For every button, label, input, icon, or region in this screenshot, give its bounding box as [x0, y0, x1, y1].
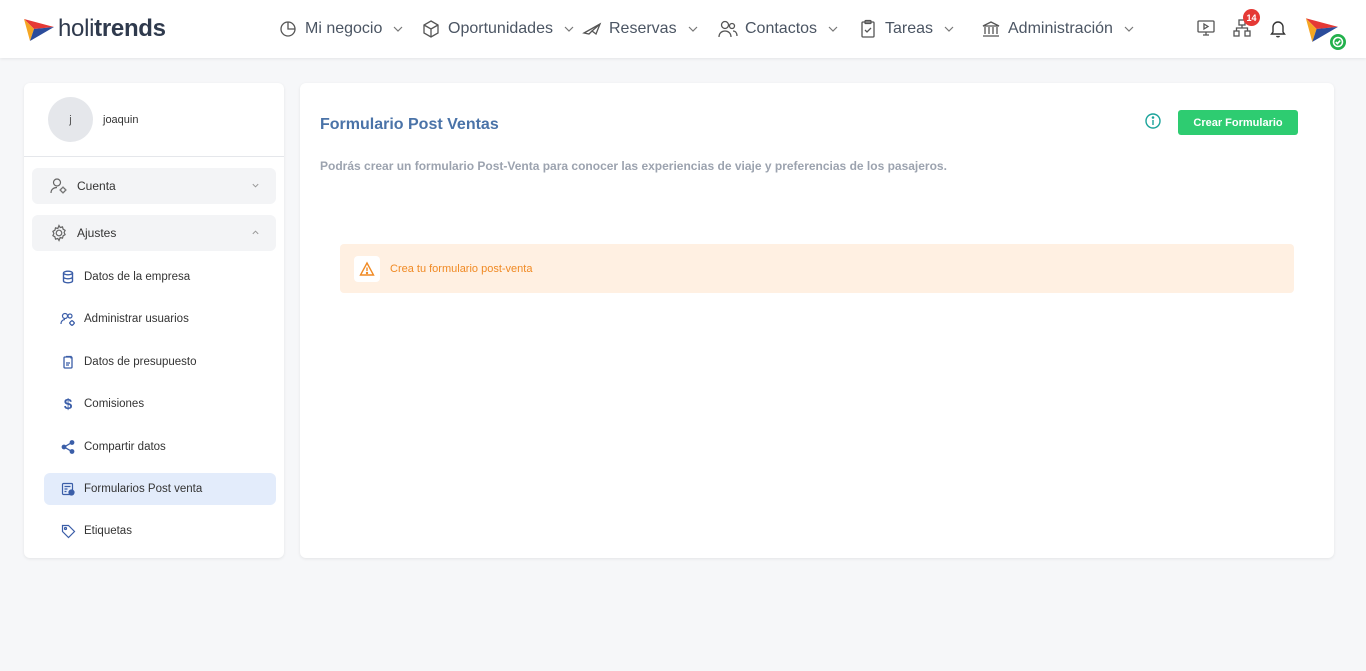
chevron-down-icon — [828, 26, 838, 32]
top-bar: holitrends Mi negocio Oportunidades Rese… — [0, 0, 1366, 58]
nav-oportunidades[interactable]: Oportunidades — [421, 0, 575, 58]
form-icon — [60, 481, 76, 497]
nav-label: Oportunidades — [448, 20, 553, 37]
warning-icon — [354, 255, 380, 282]
sidebar-item-comisiones[interactable]: $ Comisiones — [44, 388, 276, 420]
chevron-down-icon — [688, 26, 698, 32]
nav-label: Administración — [1008, 20, 1113, 37]
sidebar-item-etiquetas[interactable]: Etiquetas — [44, 515, 276, 547]
nav-label: Contactos — [745, 20, 818, 37]
chevron-down-icon — [1124, 26, 1134, 32]
sidebar-item-datos-presupuesto[interactable]: Datos de presupuesto — [44, 346, 276, 378]
sidebar-item-datos-empresa[interactable]: Datos de la empresa — [44, 261, 276, 293]
sidebar-item-label: Comisiones — [84, 398, 145, 410]
plane-icon — [582, 22, 602, 36]
cube-icon — [423, 20, 439, 38]
user-gear-icon — [50, 178, 67, 194]
user-name: joaquin — [103, 113, 139, 126]
chevron-up-icon — [252, 230, 259, 235]
clipboard-icon — [861, 19, 875, 38]
nav-contactos[interactable]: Contactos — [718, 0, 839, 58]
sidebar-item-label: Formularios Post venta — [84, 483, 203, 495]
brand-arrow-icon — [24, 19, 54, 41]
brand-name: holitrends — [58, 15, 166, 42]
bell-icon[interactable] — [1268, 18, 1288, 38]
settings-sidebar: j joaquin Cuenta Ajustes Datos de la emp… — [24, 83, 284, 558]
brand-logo[interactable]: holitrends — [24, 14, 166, 44]
share-icon — [60, 439, 76, 455]
page-title: Formulario Post Ventas — [320, 116, 499, 133]
notification-count-badge: 14 — [1243, 9, 1260, 26]
sidebar-item-label: Datos de presupuesto — [84, 356, 197, 368]
nav-label: Mi negocio — [305, 20, 383, 37]
users-icon — [718, 20, 738, 38]
sidebar-item-administrar-usuarios[interactable]: Administrar usuarios — [44, 303, 276, 335]
user-profile: j joaquin — [24, 83, 284, 157]
chevron-down-icon — [944, 26, 954, 32]
screen-play-icon[interactable] — [1196, 18, 1216, 38]
nav-mi-negocio[interactable]: Mi negocio — [278, 0, 404, 58]
sidebar-item-formularios-post-venta[interactable]: Formularios Post venta — [44, 473, 276, 505]
main-panel: Formulario Post Ventas Crear Formulario … — [300, 83, 1334, 558]
sidebar-group-ajustes[interactable]: Ajustes — [32, 215, 276, 251]
users-gear-icon — [60, 311, 76, 327]
chevron-down-icon — [393, 26, 403, 32]
bank-icon — [982, 21, 1000, 37]
sidebar-item-label: Administrar usuarios — [84, 313, 189, 325]
sidebar-group-label: Cuenta — [77, 179, 116, 193]
chevron-down-icon — [564, 26, 574, 32]
warning-alert: Crea tu formulario post-venta — [340, 244, 1294, 293]
document-icon — [60, 354, 76, 370]
create-form-button[interactable]: Crear Formulario — [1178, 110, 1298, 135]
chevron-down-icon — [252, 183, 259, 188]
sidebar-group-label: Ajustes — [77, 226, 117, 240]
pie-chart-icon — [280, 21, 296, 37]
gear-icon — [52, 224, 66, 242]
avatar[interactable]: j — [48, 97, 93, 142]
tag-icon — [60, 523, 76, 539]
nav-label: Tareas — [885, 20, 934, 37]
sidebar-item-compartir-datos[interactable]: Compartir datos — [44, 431, 276, 463]
info-icon[interactable] — [1144, 112, 1162, 130]
sidebar-item-label: Etiquetas — [84, 525, 132, 537]
alert-message[interactable]: Crea tu formulario post-venta — [390, 263, 532, 275]
sidebar-item-label: Datos de la empresa — [84, 271, 191, 283]
sidebar-item-label: Compartir datos — [84, 441, 166, 453]
nav-tareas[interactable]: Tareas — [858, 0, 955, 58]
page-description: Podrás crear un formulario Post-Venta pa… — [320, 159, 947, 173]
nav-label: Reservas — [609, 20, 677, 37]
database-icon — [60, 269, 76, 285]
nav-administracion[interactable]: Administración — [981, 0, 1135, 58]
sidebar-group-cuenta[interactable]: Cuenta — [32, 168, 276, 204]
nav-reservas[interactable]: Reservas — [582, 0, 699, 58]
online-status-icon — [1328, 32, 1348, 52]
dollar-icon: $ — [63, 395, 73, 413]
